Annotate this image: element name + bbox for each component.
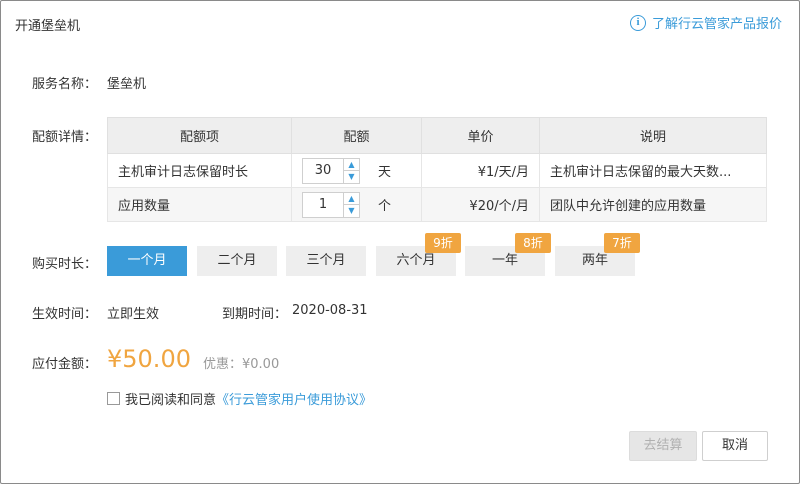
quota-item-name: 应用数量 [107, 187, 292, 222]
duration-label: 购买时长： [32, 257, 98, 272]
duration-option-3-months[interactable]: 三个月 [286, 246, 366, 276]
expire-time-value: 2020-08-31 [292, 303, 368, 318]
discount-badge: 9折 [425, 233, 461, 253]
dialog-title: 开通堡垒机 [15, 19, 81, 34]
increment-arrow-icon[interactable]: ▲ [344, 159, 359, 171]
quota-unit: 个 [378, 199, 392, 214]
discount-amount: 优惠：¥0.00 [203, 357, 280, 372]
agreement-text: 我已阅读和同意 [125, 393, 217, 408]
duration-option-1-month[interactable]: 一个月 [107, 246, 187, 276]
duration-option-2-months[interactable]: 二个月 [197, 246, 277, 276]
quantity-stepper[interactable]: ▲ ▼ [302, 191, 360, 218]
unit-price: ¥20/个/月 [421, 187, 540, 222]
decrement-arrow-icon[interactable]: ▼ [344, 171, 359, 183]
agreement-checkbox[interactable] [107, 392, 120, 405]
discount-badge: 7折 [604, 233, 640, 253]
info-icon: i [629, 14, 646, 31]
col-header-quota: 配额 [291, 117, 422, 154]
cancel-button[interactable]: 取消 [702, 431, 768, 461]
quota-unit: 天 [378, 165, 392, 180]
expire-time-label: 到期时间： [222, 307, 288, 322]
pricing-link-label[interactable]: 了解行云管家产品报价 [652, 13, 782, 32]
agreement-link[interactable]: 《行云管家用户使用协议》 [216, 389, 372, 408]
effective-time-value: 立即生效 [107, 307, 160, 322]
quantity-input[interactable] [303, 192, 343, 217]
col-header-price: 单价 [421, 117, 540, 154]
quota-details-label: 配额详情： [32, 130, 98, 145]
quota-item-name: 主机审计日志保留时长 [107, 153, 292, 188]
service-name-value: 堡垒机 [107, 77, 147, 92]
checkout-button[interactable]: 去结算 [629, 431, 697, 461]
col-header-desc: 说明 [539, 117, 767, 154]
payment-label: 应付金额： [32, 357, 98, 372]
quota-description: 主机审计日志保留的最大天数... [539, 153, 767, 188]
payment-amount: ¥50.00 [107, 345, 191, 373]
increment-arrow-icon[interactable]: ▲ [344, 193, 359, 205]
table-row: 应用数量 ▲ ▼ 个 ¥20/个/月 团队中允许创建的应用 [107, 187, 767, 222]
agreement-row: 我已阅读和同意 《行云管家用户使用协议》 [107, 389, 372, 408]
dialog-window: 开通堡垒机 i 了解行云管家产品报价 服务名称： 堡垒机 配额详情： 配额项 配… [0, 0, 800, 484]
quota-cell: ▲ ▼ 个 [291, 187, 422, 222]
quantity-stepper[interactable]: ▲ ▼ [302, 157, 360, 184]
service-name-label: 服务名称： [32, 77, 98, 92]
col-header-item: 配额项 [107, 117, 292, 154]
pricing-link[interactable]: i 了解行云管家产品报价 [629, 13, 782, 32]
effective-time-label: 生效时间： [32, 307, 98, 322]
quota-cell: ▲ ▼ 天 [291, 153, 422, 188]
discount-badge: 8折 [515, 233, 551, 253]
quota-description: 团队中允许创建的应用数量 [539, 187, 767, 222]
quota-table: 配额项 配额 单价 说明 主机审计日志保留时长 ▲ ▼ [107, 117, 767, 222]
decrement-arrow-icon[interactable]: ▼ [344, 205, 359, 217]
quantity-input[interactable] [303, 158, 343, 183]
table-row: 主机审计日志保留时长 ▲ ▼ 天 ¥1/天/月 主机审计日 [107, 153, 767, 188]
quota-table-header: 配额项 配额 单价 说明 [107, 117, 767, 154]
unit-price: ¥1/天/月 [421, 153, 540, 188]
